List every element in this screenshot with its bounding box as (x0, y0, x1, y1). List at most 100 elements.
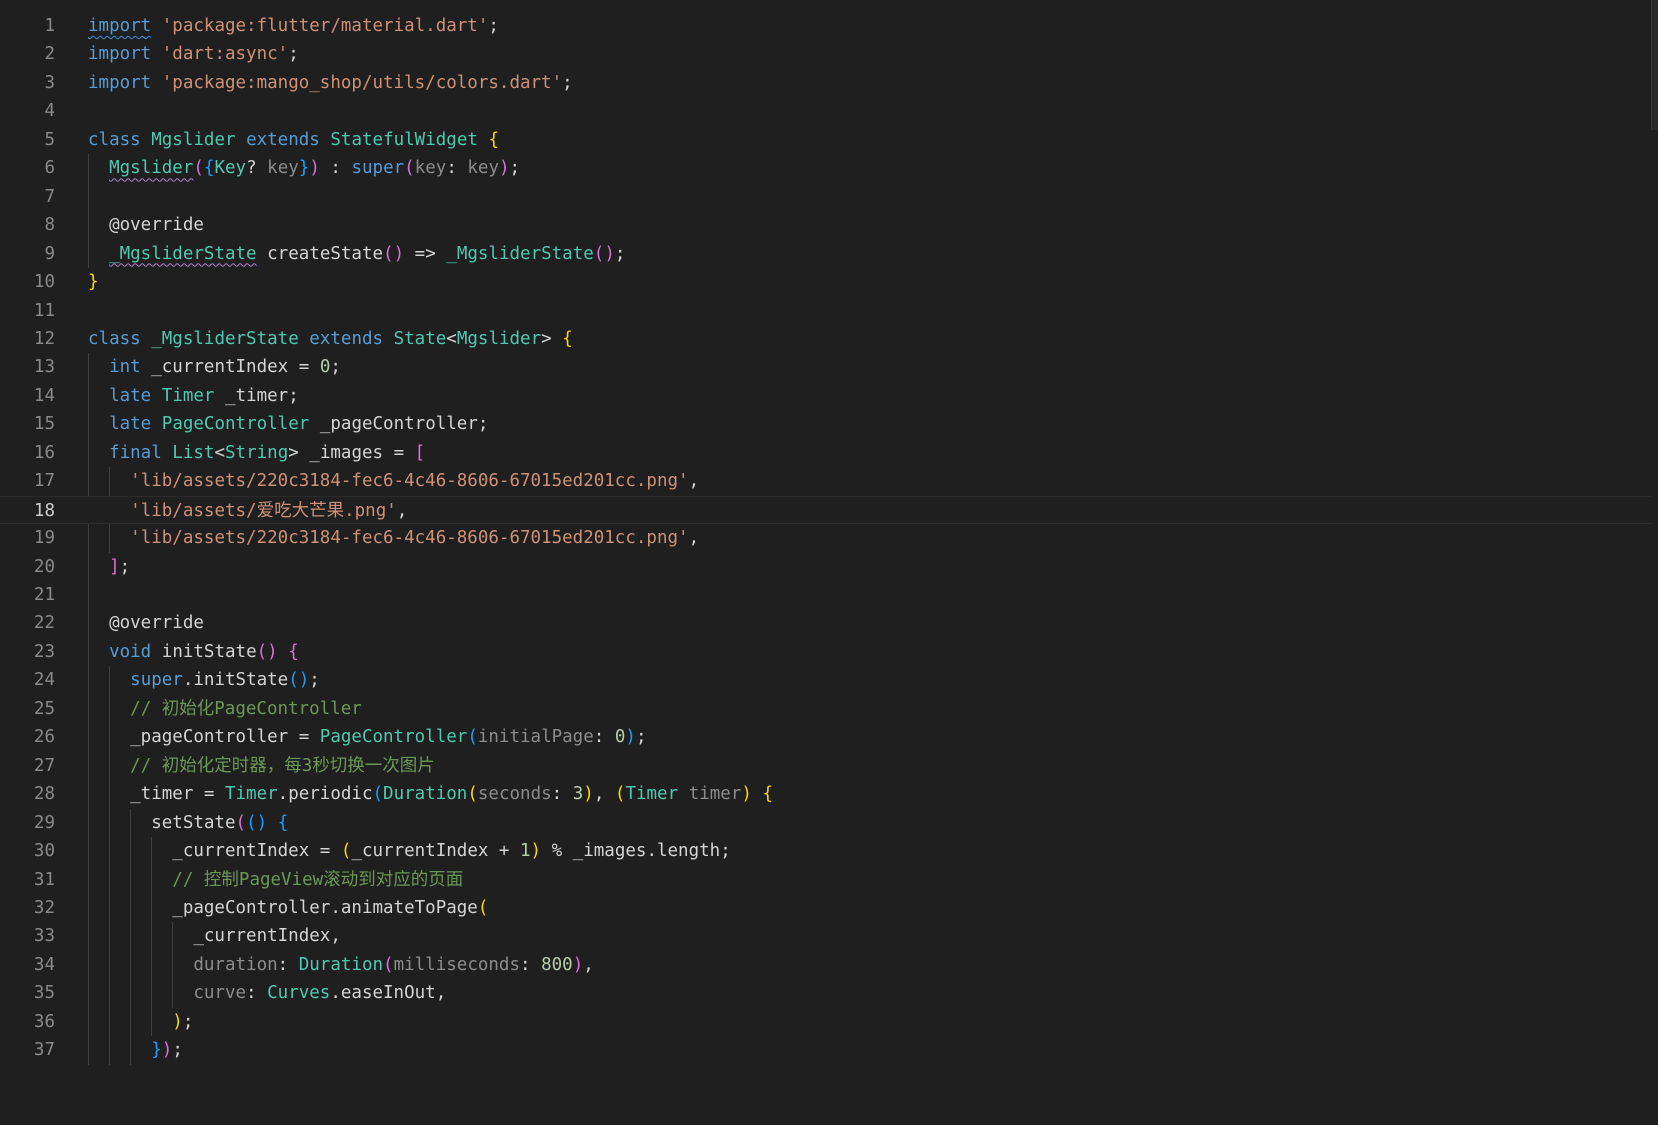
code-token: Key (214, 158, 247, 179)
line-number: 25 (33, 698, 55, 719)
code-token: : (277, 954, 299, 975)
code-line[interactable]: 29 setState(() { (0, 809, 1652, 837)
code-line[interactable]: 11 (0, 297, 1652, 325)
line-number: 4 (44, 101, 55, 122)
code-token: @override (109, 613, 204, 634)
code-line[interactable]: 17 'lib/assets/220c3184-fec6-4c46-8606-6… (0, 467, 1652, 495)
code-line[interactable]: 24 super.initState(); (0, 666, 1652, 694)
code-token: } (298, 158, 310, 179)
code-text: 'lib/assets/220c3184-fec6-4c46-8606-6701… (88, 467, 699, 495)
code-line[interactable]: 36 ); (0, 1008, 1652, 1036)
code-token: ) (172, 1011, 183, 1032)
code-token: ( (477, 897, 489, 918)
code-token: _timer = (88, 784, 225, 805)
code-line[interactable]: 18 'lib/assets/爱吃大芒果.png', (0, 495, 1652, 525)
code-token: 3 (572, 784, 584, 805)
code-text: duration: Duration(milliseconds: 800), (88, 951, 593, 979)
code-token: ) (625, 727, 636, 748)
code-token: setState (151, 812, 236, 833)
code-line[interactable]: 30 _currentIndex = (_currentIndex + 1) %… (0, 837, 1652, 865)
code-line[interactable]: 33 _currentIndex, (0, 922, 1652, 950)
code-token: import (88, 44, 152, 65)
code-line[interactable]: 22 @override (0, 609, 1652, 637)
code-token: ( (614, 784, 626, 805)
code-token: Timer (625, 784, 679, 805)
line-number: 33 (33, 926, 55, 947)
code-text: // 初始化定时器，每3秒切换一次图片 (88, 752, 435, 780)
code-line[interactable]: 10} (0, 268, 1652, 296)
code-line[interactable]: 16 final List<String> _images = [ (0, 439, 1652, 467)
line-number: 15 (33, 414, 55, 435)
code-line[interactable]: 3 import 'package:mango_shop/utils/colors… (0, 69, 1652, 97)
code-line[interactable]: 35 curve: Curves.easeInOut, (0, 979, 1652, 1007)
code-line[interactable]: 6 Mgslider({Key? key}) : super(key: key)… (0, 154, 1652, 182)
line-number: 19 (33, 528, 55, 549)
code-line[interactable]: 14 late Timer _timer; (0, 382, 1652, 410)
line-number: 7 (44, 186, 55, 207)
code-token: import (88, 16, 152, 36)
code-token: @override (109, 215, 204, 236)
code-token: ; (614, 243, 626, 264)
code-token: { (277, 812, 289, 833)
code-token: ( (340, 841, 352, 862)
line-number: 11 (33, 300, 55, 321)
vertical-scrollbar[interactable] (1651, 0, 1658, 130)
code-line[interactable]: 37 }); (0, 1036, 1652, 1064)
code-token: : (446, 158, 468, 179)
code-text: class Mgslider extends StatefulWidget { (88, 126, 499, 154)
code-line[interactable]: 26 _pageController = PageController(init… (0, 723, 1652, 751)
line-number: 24 (33, 670, 55, 691)
code-token: duration (193, 954, 278, 975)
code-token: () (246, 812, 268, 833)
code-token: ; (509, 158, 521, 179)
code-token: // 初始化PageController (130, 698, 362, 719)
code-line[interactable]: 20 ]; (0, 553, 1652, 581)
code-token: ; (288, 44, 299, 65)
code-line[interactable]: 19 'lib/assets/220c3184-fec6-4c46-8606-6… (0, 524, 1652, 552)
code-token: animateToPage (340, 897, 478, 918)
code-text: @override (88, 211, 204, 239)
code-editor[interactable]: 1 import 'package:flutter/material.dart';… (0, 0, 1658, 1125)
code-line[interactable]: 21 (0, 581, 1652, 609)
code-line[interactable]: 7 (0, 183, 1652, 211)
code-line[interactable]: 23 void initState() { (0, 638, 1652, 666)
code-line[interactable]: 2 import 'dart:async'; (0, 40, 1652, 68)
code-line[interactable]: 4 (0, 97, 1652, 125)
code-line[interactable]: 1 import 'package:flutter/material.dart'; (0, 12, 1652, 40)
code-text: _currentIndex, (88, 922, 341, 950)
code-line[interactable]: 8 @override (0, 211, 1652, 239)
line-number: 21 (33, 585, 55, 605)
code-line[interactable]: 25 // 初始化PageController (0, 695, 1652, 723)
code-line[interactable]: 13 int _currentIndex = 0; (0, 353, 1652, 381)
code-token: . (277, 784, 289, 805)
code-token: late (109, 385, 152, 406)
line-number: 20 (33, 556, 55, 577)
line-number: 26 (33, 727, 55, 748)
code-token: 'dart:async' (161, 44, 289, 65)
code-line[interactable]: 27 // 初始化定时器，每3秒切换一次图片 (0, 752, 1652, 780)
code-text: ]; (88, 553, 130, 581)
code-line[interactable]: 12 class _MgsliderState extends State<Mgs… (0, 325, 1652, 353)
code-line[interactable]: 34 duration: Duration(milliseconds: 800)… (0, 951, 1652, 979)
code-line[interactable]: 15 late PageController _pageController; (0, 410, 1652, 438)
code-token: { (288, 641, 299, 662)
code-token: _MgsliderState (151, 328, 299, 349)
code-line[interactable]: 9 _MgsliderState createState() => _Mgsli… (0, 240, 1652, 268)
line-number: 10 (33, 272, 55, 293)
code-token: String (225, 442, 289, 463)
code-line[interactable]: 28 _timer = Timer.periodic(Duration(seco… (0, 780, 1652, 808)
code-text: 'lib/assets/220c3184-fec6-4c46-8606-6701… (88, 524, 699, 552)
code-line[interactable]: 32 _pageController.animateToPage( (0, 894, 1652, 922)
code-line[interactable]: 5 class Mgslider extends StatefulWidget { (0, 126, 1652, 154)
code-token: < (446, 328, 457, 349)
code-line[interactable]: 31 // 控制PageView滚动到对应的页面 (0, 866, 1652, 894)
